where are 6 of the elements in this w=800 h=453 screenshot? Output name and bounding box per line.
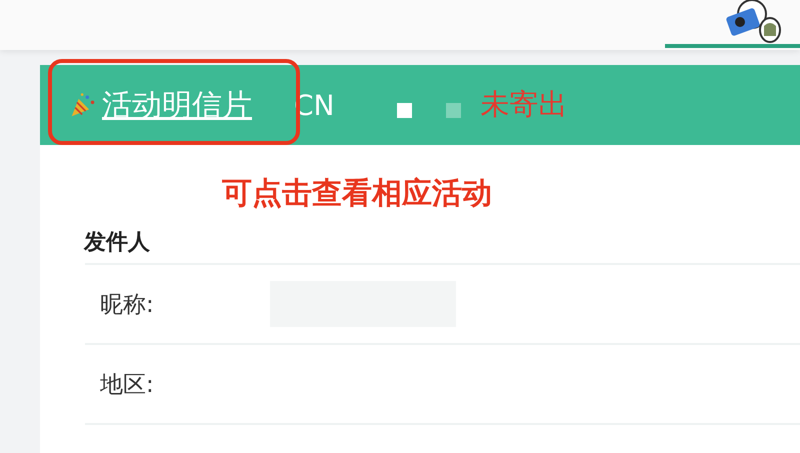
field-label: 地区: <box>100 370 155 400</box>
field-label: 昵称: <box>100 290 155 320</box>
postcard-link[interactable]: 活动明信片 <box>70 84 252 126</box>
section-title: 发件人 <box>84 229 151 257</box>
annotation-text: 可点击查看相应活动 <box>222 175 493 211</box>
status-label: 未寄出 <box>480 86 568 123</box>
